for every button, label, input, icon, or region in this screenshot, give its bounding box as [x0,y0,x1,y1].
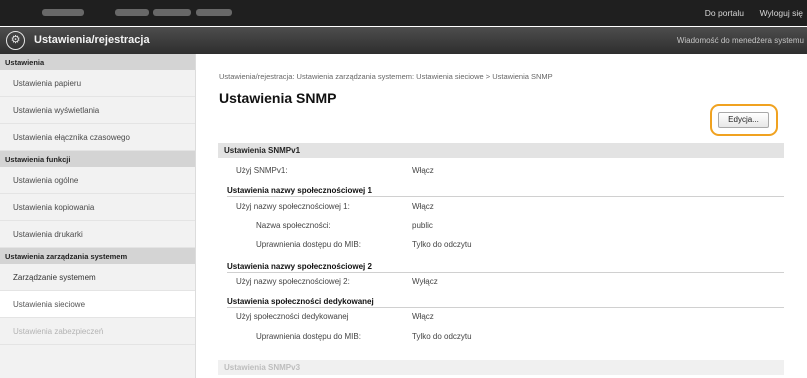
dedicated-use-label: Użyj społeczności dedykowanej [236,312,349,321]
dedicated-mib-label: Uprawnienia dostępu do MIB: [256,332,361,341]
blurred-text [115,9,149,16]
community1-name-value: public [412,221,433,230]
blurred-text [196,9,232,16]
dedicated-use-value: Włącz [412,312,434,321]
sidebar: Ustawienia Ustawienia papieru Ustawienia… [0,54,196,378]
title-bar: ⚙ Ustawienia/rejestracja Wiadomość do me… [0,27,807,54]
divider [227,307,784,308]
sidebar-group-system-management: Ustawienia zarządzania systemem [0,248,195,264]
top-bar: Do portalu Wyloguj się [0,0,807,26]
sidebar-group-functions: Ustawienia funkcji [0,151,195,167]
community2-use-value: Wyłącz [412,277,438,286]
snmpv1-use-value: Włącz [412,166,434,175]
community1-mib-label: Uprawnienia dostępu do MIB: [256,240,361,249]
sidebar-item-network[interactable]: Ustawienia sieciowe [0,291,195,318]
divider [227,196,784,197]
sidebar-item-copy[interactable]: Ustawienia kopiowania [0,194,195,221]
community1-use-label: Użyj nazwy społecznościowej 1: [236,202,350,211]
section-header-snmpv1: Ustawienia SNMPv1 [218,143,784,158]
divider [227,272,784,273]
community1-heading: Ustawienia nazwy społecznościowej 1 [227,186,372,195]
sidebar-item-display[interactable]: Ustawienia wyświetlania [0,97,195,124]
community2-heading: Ustawienia nazwy społecznościowej 2 [227,262,372,271]
sidebar-item-system-management[interactable]: Zarządzanie systemem [0,264,195,291]
portal-link[interactable]: Do portalu [705,8,744,18]
community1-use-value: Włącz [412,202,434,211]
dedicated-mib-value: Tylko do odczytu [412,332,472,341]
main-content: Ustawienia/rejestracja: Ustawienia zarzą… [196,54,807,378]
edit-button[interactable]: Edycja... [718,112,769,128]
sidebar-group-settings: Ustawienia [0,54,195,70]
sidebar-item-paper[interactable]: Ustawienia papieru [0,70,195,97]
settings-registration-icon: ⚙ [6,31,25,50]
logout-link[interactable]: Wyloguj się [760,8,803,18]
dedicated-heading: Ustawienia społeczności dedykowanej [227,297,374,306]
sidebar-item-general[interactable]: Ustawienia ogólne [0,167,195,194]
blurred-text [42,9,84,16]
blurred-text [153,9,191,16]
app-title: Ustawienia/rejestracja [34,34,150,46]
sidebar-item-security[interactable]: Ustawienia zabezpieczeń [0,318,195,345]
sidebar-item-timer[interactable]: Ustawienia ełącznika czasowego [0,124,195,151]
snmpv1-use-label: Użyj SNMPv1: [236,166,288,175]
community1-name-label: Nazwa społeczności: [256,221,331,230]
breadcrumb: Ustawienia/rejestracja: Ustawienia zarzą… [219,72,553,81]
community1-mib-value: Tylko do odczytu [412,240,472,249]
section-header-snmpv3: Ustawienia SNMPv3 [218,360,784,375]
sidebar-item-printer[interactable]: Ustawienia drukarki [0,221,195,248]
community2-use-label: Użyj nazwy społecznościowej 2: [236,277,350,286]
edit-button-highlight: Edycja... [710,104,778,136]
message-to-admin-link[interactable]: Wiadomość do menedżera systemu [677,36,804,45]
page-title: Ustawienia SNMP [219,90,337,106]
